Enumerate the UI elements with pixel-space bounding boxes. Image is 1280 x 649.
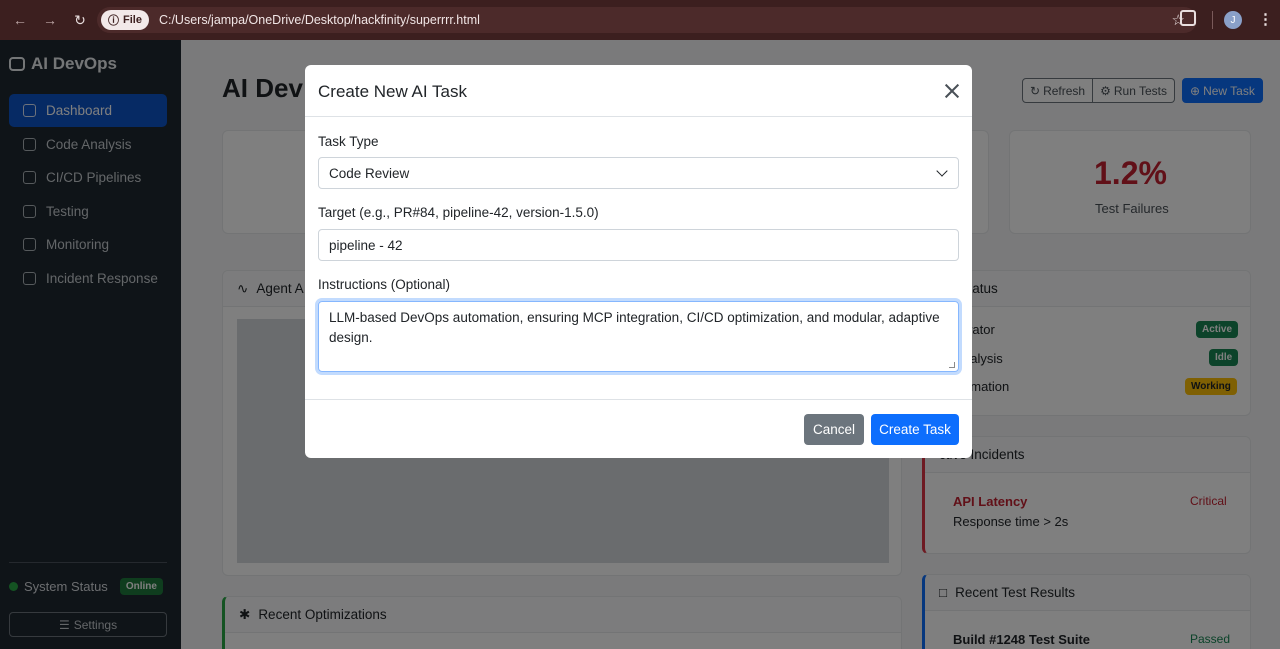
task-type-select[interactable]: Code Review	[318, 157, 959, 189]
instructions-label: Instructions (Optional)	[318, 277, 451, 292]
info-icon: ⓘ	[108, 15, 119, 27]
url-text: C:/Users/jampa/OneDrive/Desktop/hackfini…	[158, 13, 480, 27]
browser-menu-icon[interactable]: ⋮	[1258, 10, 1273, 28]
browser-toolbar: ← → ↻ ⓘ File C:/Users/jampa/OneDrive/Des…	[0, 0, 1280, 40]
toolbar-divider	[1212, 11, 1213, 29]
target-label: Target (e.g., PR#84, pipeline-42, versio…	[318, 205, 599, 220]
profile-avatar[interactable]: J	[1224, 11, 1242, 29]
cancel-button[interactable]: Cancel	[804, 414, 864, 445]
back-icon[interactable]: ←	[10, 10, 30, 30]
close-icon[interactable]	[942, 81, 962, 101]
resize-handle-icon[interactable]	[949, 362, 955, 368]
modal-title: Create New AI Task	[318, 82, 467, 101]
file-chip[interactable]: ⓘ File	[101, 10, 149, 30]
create-task-button[interactable]: Create Task	[871, 414, 959, 445]
modal-footer: Cancel Create Task	[305, 399, 972, 458]
instructions-textarea[interactable]: LLM-based DevOps automation, ensuring MC…	[318, 301, 959, 372]
target-input[interactable]: pipeline - 42	[318, 229, 959, 261]
modal-header: Create New AI Task	[305, 65, 972, 117]
forward-icon[interactable]: →	[40, 10, 60, 30]
address-bar[interactable]: ⓘ File C:/Users/jampa/OneDrive/Desktop/h…	[97, 7, 1197, 33]
reload-icon[interactable]: ↻	[70, 10, 90, 30]
create-task-modal: Create New AI Task Task Type Code Review…	[305, 65, 972, 458]
task-type-label: Task Type	[318, 134, 379, 149]
extensions-icon[interactable]	[1180, 10, 1196, 26]
chevron-down-icon	[936, 165, 948, 177]
